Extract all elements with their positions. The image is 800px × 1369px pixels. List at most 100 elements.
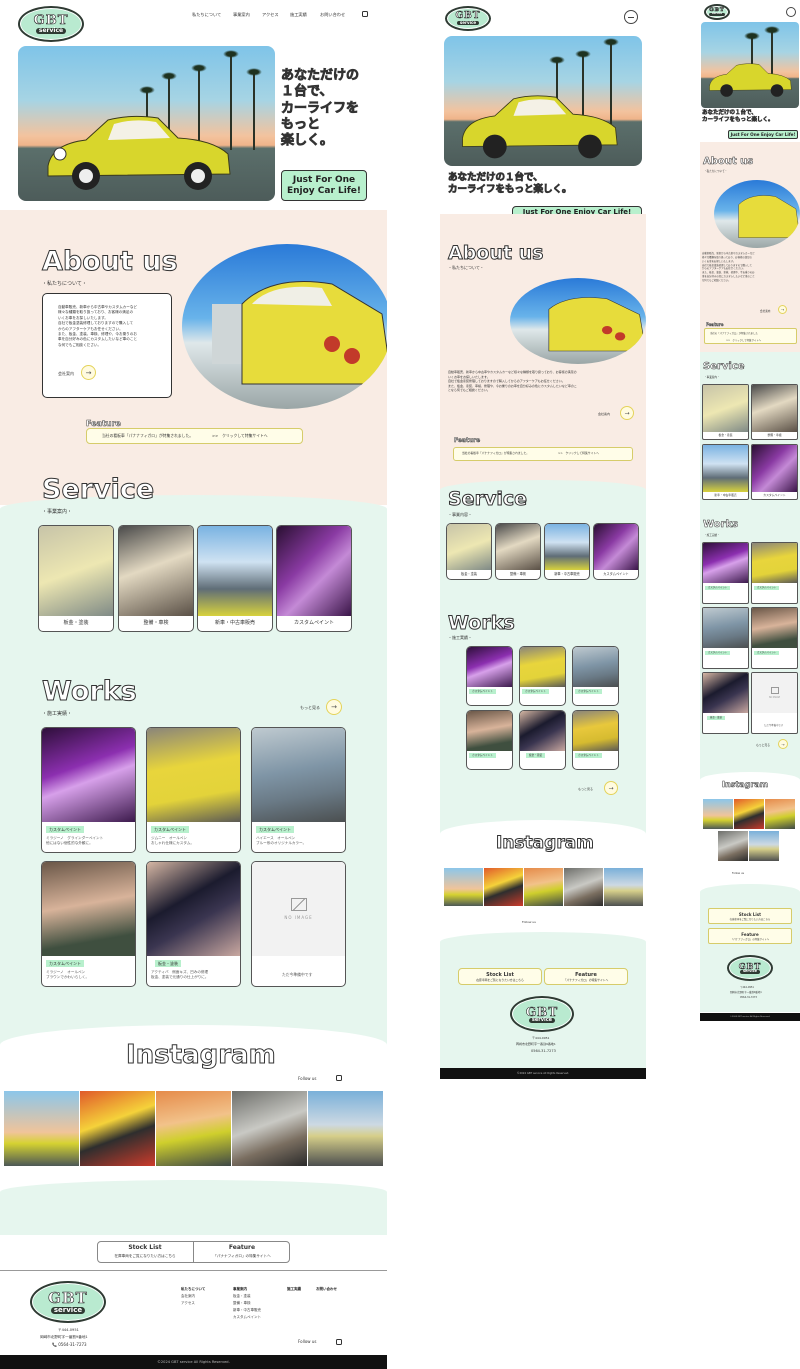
feature-site-link[interactable]: Feature 「パナナフィガロ」の特集サイトへ <box>194 1241 290 1263</box>
footer-divider <box>0 1270 387 1271</box>
instagram-photo[interactable] <box>4 1091 79 1166</box>
instagram-photo[interactable] <box>80 1091 155 1166</box>
nav-service[interactable]: 事業案内 <box>233 12 250 18</box>
menu-icon[interactable] <box>624 10 638 24</box>
footer-logo[interactable]: GBT service <box>727 955 773 981</box>
work-card[interactable]: カスタムペイント <box>572 646 619 706</box>
about-photo <box>182 244 387 409</box>
stock-list-link[interactable]: Stock List 在庫車両をご覧になりたい方はこちら <box>708 908 792 924</box>
more-link[interactable]: もっと見る <box>756 743 770 747</box>
work-card-placeholder: NO IMAGE ただ今準備中です <box>251 861 346 987</box>
work-card[interactable]: カスタムペイント <box>751 607 798 669</box>
arrow-right-icon[interactable]: → <box>620 406 634 420</box>
more-link[interactable]: もっと見る <box>300 705 320 711</box>
work-card[interactable]: カスタムペイント ジムニー オールペン おしゃれ仕様にカスタム。 <box>146 727 241 853</box>
arrow-right-icon[interactable]: → <box>778 305 787 314</box>
logo[interactable]: GBT service <box>445 6 491 31</box>
instagram-photo[interactable] <box>524 868 563 906</box>
instagram-photo[interactable] <box>765 799 795 829</box>
works-title: Works <box>448 612 516 634</box>
works-title: Works <box>42 676 138 707</box>
stock-list-link[interactable]: Stock List 在庫車両をご覧になりたい方はこちら <box>97 1241 194 1263</box>
hero-image <box>18 46 275 201</box>
instagram-photo[interactable] <box>444 868 483 906</box>
more-link[interactable]: もっと見る <box>578 787 593 791</box>
no-image-icon <box>290 898 307 911</box>
arrow-right-icon[interactable]: → <box>604 781 618 795</box>
service-card[interactable]: 新車・中古車販売 <box>544 523 590 580</box>
instagram-photo[interactable] <box>564 868 603 906</box>
instagram-photo[interactable] <box>308 1091 383 1166</box>
instagram-photo[interactable] <box>749 831 779 861</box>
service-card[interactable]: カスタムペイント <box>593 523 639 580</box>
company-link[interactable]: 会社案内 <box>58 371 74 377</box>
arrow-right-icon[interactable]: → <box>778 739 788 749</box>
tablet-view: GBT service あなただけの１台で、 カーライフをもっと楽しく。 Jus… <box>440 0 646 1079</box>
service-card[interactable]: 板金・塗装 <box>702 384 749 440</box>
feature-site-link[interactable]: Feature 「パナナフィガロ」の特集サイトへ <box>544 968 628 985</box>
nav-access[interactable]: アクセス <box>262 12 279 18</box>
instagram-photo[interactable] <box>484 868 523 906</box>
instagram-icon[interactable] <box>362 11 368 17</box>
instagram-title: Instagram <box>722 780 769 789</box>
service-card[interactable]: カスタムペイント <box>751 444 798 500</box>
work-card[interactable]: カスタムペイント <box>751 542 798 604</box>
work-card[interactable]: カスタムペイント <box>702 542 749 604</box>
follow-link[interactable]: Follow us <box>732 872 744 875</box>
service-card[interactable]: 新車・中古車販売 <box>197 525 273 632</box>
footer-col: お問い合わせ <box>316 1287 337 1291</box>
nav-works[interactable]: 施工実績 <box>290 12 307 18</box>
instagram-icon[interactable] <box>336 1075 342 1081</box>
instagram-photo[interactable] <box>703 799 733 829</box>
company-link[interactable]: 会社案内 <box>598 412 610 416</box>
service-card[interactable]: 整備・車検 <box>118 525 194 632</box>
work-card[interactable]: カスタムペイント ミラジーノ オールペン ブラウンでかわいらしく。 <box>41 861 136 987</box>
nav-about[interactable]: 私たちについて <box>192 12 221 18</box>
work-card[interactable]: カスタムペイント <box>572 710 619 770</box>
feature-site-link[interactable]: Feature 「パナナフィガロ」の特集サイトへ <box>708 928 792 944</box>
work-card[interactable]: 板金・塗装 アクティバ 側面キズ、凹みの修理 板金、塗装で元通りの仕上がりに。 <box>146 861 241 987</box>
follow-link[interactable]: Follow us <box>522 920 536 924</box>
service-card[interactable]: 板金・塗装 <box>446 523 492 580</box>
follow-link[interactable]: Follow us <box>298 1339 316 1344</box>
instagram-photo[interactable] <box>718 831 748 861</box>
about-text: 自動車販売、新車から中古車やカスタムカーなど 様々な種類を取り扱っており、お客様… <box>702 252 755 282</box>
instagram-photo[interactable] <box>232 1091 307 1166</box>
feature-link[interactable]: >> クリックして特集サイトへ <box>212 433 268 439</box>
work-card[interactable]: 板金・塗装 <box>702 672 749 734</box>
work-card[interactable]: カスタムペイント <box>519 646 566 706</box>
instagram-icon[interactable] <box>336 1339 342 1345</box>
work-card[interactable]: カスタムペイント ミラジーノ グラインダーペイント 他にはない個性的な外観に。 <box>41 727 136 853</box>
work-card[interactable]: 板金・塗装 <box>519 710 566 770</box>
work-card[interactable]: カスタムペイント <box>466 646 513 706</box>
tagline-badge: Just For One Enjoy Car Life! <box>728 130 798 139</box>
footer-logo[interactable]: GBT service <box>510 996 574 1032</box>
stock-list-link[interactable]: Stock List 在庫車両をご覧になりたい方はこちら <box>458 968 542 985</box>
logo[interactable]: GBT service <box>18 6 84 42</box>
work-card[interactable]: カスタムペイント ハイエース オールペン ブルー系のオリジナルカラー。 <box>251 727 346 853</box>
footer-col: 施工実績 <box>287 1287 301 1291</box>
service-card[interactable]: 板金・塗装 <box>38 525 114 632</box>
logo[interactable]: GBT service <box>704 4 730 20</box>
nav-contact[interactable]: お問い合わせ <box>320 12 345 18</box>
about-title: About us <box>42 246 179 277</box>
instagram-title: Instagram <box>126 1040 277 1070</box>
service-card[interactable]: 整備・車検 <box>495 523 541 580</box>
arrow-right-icon[interactable]: → <box>326 699 342 715</box>
arrow-right-icon[interactable]: → <box>81 365 96 380</box>
follow-link[interactable]: Follow us <box>298 1076 316 1081</box>
footer-logo[interactable]: GBT service <box>30 1281 106 1323</box>
service-card[interactable]: カスタムペイント <box>276 525 352 632</box>
hero-copy: あなただけの１台で、 カーライフをもっと楽しく。 <box>448 172 572 196</box>
service-card[interactable]: 新車・中古車販売 <box>702 444 749 500</box>
company-link[interactable]: 会社案内 <box>760 309 770 313</box>
service-subtitle: ・事業案内・ <box>42 509 73 515</box>
hero-line: １台で、 <box>281 84 333 100</box>
work-card[interactable]: カスタムペイント <box>702 607 749 669</box>
instagram-photo[interactable] <box>734 799 764 829</box>
menu-icon[interactable] <box>786 7 796 17</box>
work-card[interactable]: カスタムペイント <box>466 710 513 770</box>
service-card[interactable]: 整備・車検 <box>751 384 798 440</box>
instagram-photo[interactable] <box>604 868 643 906</box>
instagram-photo[interactable] <box>156 1091 231 1166</box>
